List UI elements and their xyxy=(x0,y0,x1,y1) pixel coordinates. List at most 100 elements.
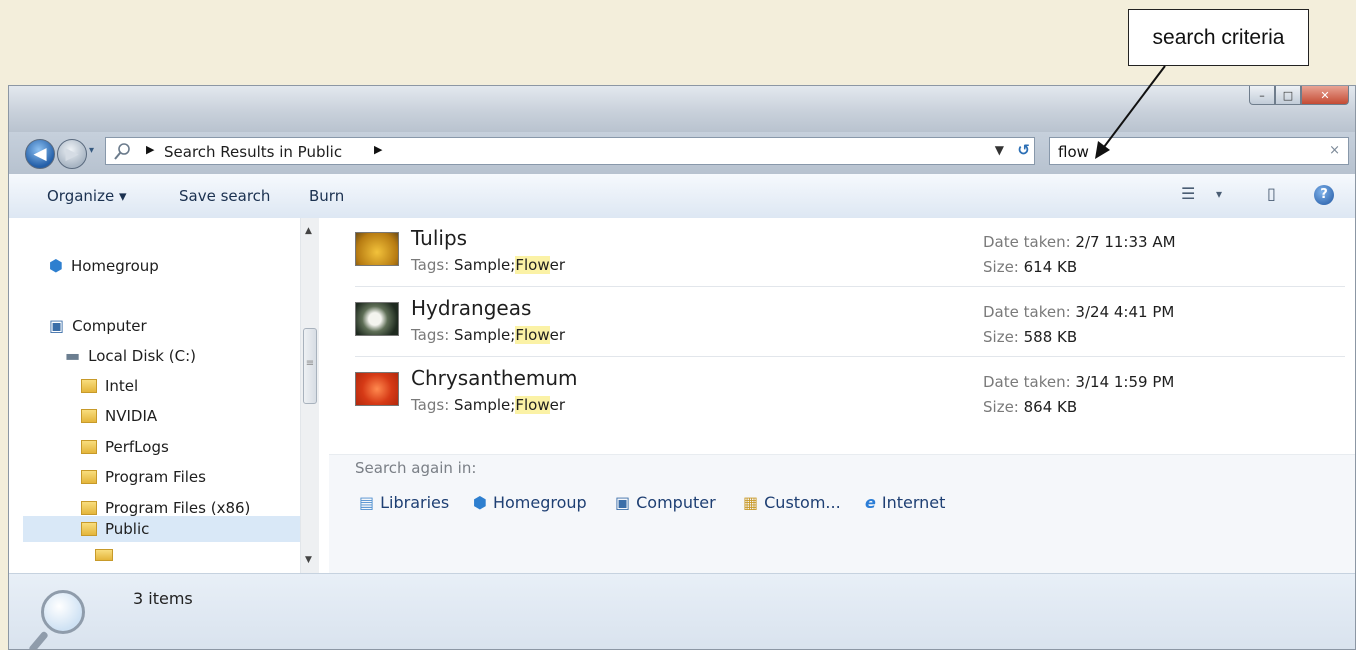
search-custom-link[interactable]: ▦ Custom... xyxy=(743,493,841,512)
address-bar[interactable]: ▶ Search Results in Public ▶ ▼ ↺ xyxy=(105,137,1035,165)
link-label: Computer xyxy=(636,493,716,512)
tags-label: Tags: xyxy=(411,256,450,274)
scroll-down-icon[interactable]: ▼ xyxy=(305,555,312,565)
tags-prefix: Sample; xyxy=(454,396,516,414)
nav-item-public[interactable]: Public xyxy=(23,516,300,542)
search-again-label: Search again in: xyxy=(355,459,477,477)
refresh-icon[interactable]: ↺ xyxy=(1017,141,1030,159)
homegroup-icon: ⬢ xyxy=(49,256,63,275)
thumbnail-image xyxy=(355,232,399,266)
tags-label: Tags: xyxy=(411,396,450,414)
preview-pane-icon[interactable]: ▯ xyxy=(1267,184,1276,203)
breadcrumb-chevron-icon[interactable]: ▶ xyxy=(146,143,154,156)
list-item[interactable]: Hydrangeas Tags: Sample;Flower Date take… xyxy=(355,288,1345,357)
back-button[interactable]: ◀ xyxy=(25,139,55,169)
tags-prefix: Sample; xyxy=(454,256,516,274)
minimize-icon: – xyxy=(1259,88,1265,102)
back-arrow-icon: ◀ xyxy=(33,144,47,164)
tags-rest: er xyxy=(549,326,565,344)
size-value: 614 KB xyxy=(1023,258,1078,276)
search-icon xyxy=(114,143,130,160)
list-item[interactable]: Chrysanthemum Tags: Sample;Flower Date t… xyxy=(355,358,1345,426)
nav-item-folder[interactable]: Program Files (x86) xyxy=(81,499,250,517)
maximize-button[interactable]: □ xyxy=(1275,86,1301,105)
nav-item-folder[interactable]: Intel xyxy=(81,377,138,395)
minimize-button[interactable]: – xyxy=(1249,86,1275,105)
close-icon: ✕ xyxy=(1320,88,1330,102)
size-label: Size: xyxy=(983,328,1019,346)
callout-label: search criteria xyxy=(1152,25,1285,49)
clear-search-icon[interactable]: × xyxy=(1329,143,1340,158)
thumbnail-image xyxy=(355,372,399,406)
change-view-icon[interactable]: ☰ xyxy=(1181,184,1195,203)
window-controls: – □ ✕ xyxy=(1249,86,1349,105)
file-tags: Tags: Sample;Flower xyxy=(411,256,565,274)
file-size: Size: 588 KB xyxy=(983,328,1077,346)
breadcrumb[interactable]: Search Results in Public xyxy=(164,143,342,161)
nav-item-label: Intel xyxy=(105,377,139,395)
folder-icon xyxy=(81,440,97,454)
tags-rest: er xyxy=(549,256,565,274)
results-pane: Tulips Tags: Sample;Flower Date taken: 2… xyxy=(329,218,1355,573)
search-homegroup-link[interactable]: ⬢ Homegroup xyxy=(473,493,587,512)
file-size: Size: 864 KB xyxy=(983,398,1077,416)
search-input[interactable]: flow xyxy=(1058,143,1089,161)
size-label: Size: xyxy=(983,398,1019,416)
date-value: 3/14 1:59 PM xyxy=(1075,373,1175,391)
homegroup-icon: ⬢ xyxy=(473,493,487,512)
nav-item-folder[interactable]: NVIDIA xyxy=(81,407,157,425)
forward-arrow-icon: ▶ xyxy=(65,144,79,164)
search-again-panel: Search again in: ▤ Libraries ⬢ Homegroup… xyxy=(329,454,1355,573)
drive-icon: ▬ xyxy=(65,346,81,365)
save-search-button[interactable]: Save search xyxy=(179,187,270,205)
nav-item-label: Program Files xyxy=(105,468,206,486)
date-taken: Date taken: 3/14 1:59 PM xyxy=(983,373,1174,391)
view-dropdown-icon[interactable]: ▾ xyxy=(1216,187,1222,201)
search-internet-link[interactable]: e Internet xyxy=(865,493,945,512)
scroll-up-icon[interactable]: ▲ xyxy=(305,226,312,236)
folder-icon xyxy=(81,522,97,536)
magnifier-handle xyxy=(28,630,49,649)
organize-button[interactable]: Organize ▾ xyxy=(47,187,127,205)
search-box[interactable]: flow × xyxy=(1049,137,1349,165)
file-name: Chrysanthemum xyxy=(411,366,578,390)
nav-item-computer[interactable]: ▣ Computer xyxy=(49,316,147,335)
internet-explorer-icon: e xyxy=(865,493,876,512)
search-libraries-link[interactable]: ▤ Libraries xyxy=(359,493,449,512)
folder-icon xyxy=(95,549,113,561)
close-button[interactable]: ✕ xyxy=(1301,86,1349,105)
tags-match: Flow xyxy=(515,256,550,274)
grip-icon: ≡ xyxy=(305,358,315,369)
custom-folder-icon: ▦ xyxy=(743,493,759,512)
help-icon[interactable]: ? xyxy=(1314,185,1334,205)
recent-pages-dropdown-icon[interactable]: ▾ xyxy=(89,145,94,156)
command-bar: Organize ▾ Save search Burn ☰ ▾ ▯ ? xyxy=(9,174,1355,219)
nav-item-local-disk[interactable]: ▬ Local Disk (C:) xyxy=(65,346,196,365)
file-name: Hydrangeas xyxy=(411,296,532,320)
address-dropdown-icon[interactable]: ▼ xyxy=(995,143,1004,157)
link-label: Custom... xyxy=(764,493,841,512)
nav-item-homegroup[interactable]: ⬢ Homegroup xyxy=(49,256,159,275)
date-label: Date taken: xyxy=(983,373,1071,391)
list-item[interactable]: Tulips Tags: Sample;Flower Date taken: 2… xyxy=(355,218,1345,287)
burn-button[interactable]: Burn xyxy=(309,187,344,205)
forward-button[interactable]: ▶ xyxy=(57,139,87,169)
nav-scrollbar[interactable]: ▲ ≡ ▼ xyxy=(300,218,319,573)
tags-label: Tags: xyxy=(411,326,450,344)
file-size: Size: 614 KB xyxy=(983,258,1077,276)
date-label: Date taken: xyxy=(983,303,1071,321)
nav-item-label: Computer xyxy=(72,316,147,335)
breadcrumb-chevron-icon[interactable]: ▶ xyxy=(374,143,382,156)
size-value: 864 KB xyxy=(1023,398,1078,416)
nav-item-label: Local Disk (C:) xyxy=(88,346,196,365)
search-computer-link[interactable]: ▣ Computer xyxy=(615,493,716,512)
nav-item-folder[interactable]: PerfLogs xyxy=(81,438,169,456)
scroll-thumb[interactable]: ≡ xyxy=(303,328,317,404)
nav-item-label: Homegroup xyxy=(70,256,159,275)
file-tags: Tags: Sample;Flower xyxy=(411,326,565,344)
nav-item-folder[interactable]: Program Files xyxy=(81,468,206,486)
link-label: Homegroup xyxy=(492,493,587,512)
tags-rest: er xyxy=(549,396,565,414)
item-count: 3 items xyxy=(133,589,193,608)
title-bar: – □ ✕ xyxy=(9,86,1355,132)
